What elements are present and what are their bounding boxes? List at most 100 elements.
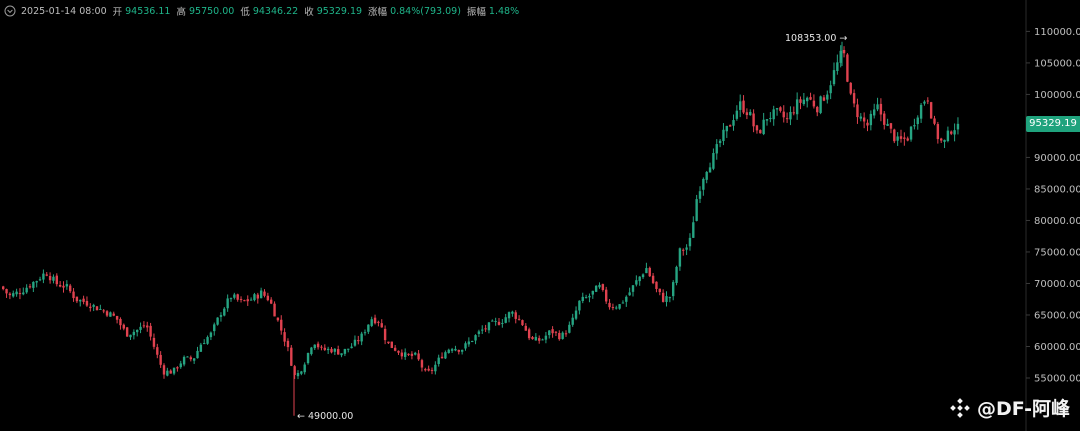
- candle-body: [377, 321, 380, 323]
- candle-body: [22, 292, 25, 295]
- candle-body: [367, 324, 370, 332]
- candle-body: [142, 325, 146, 327]
- candle-body: [675, 266, 678, 283]
- candle-body: [8, 293, 12, 296]
- change-value: 0.84%(793.09): [390, 5, 461, 17]
- candle-body: [926, 100, 929, 102]
- candle-body: [658, 288, 661, 293]
- candle-body: [819, 96, 822, 113]
- candle-body: [393, 347, 397, 351]
- candle-body: [852, 93, 856, 104]
- candle-body: [290, 347, 293, 366]
- candle-body: [876, 104, 879, 110]
- candle-body: [785, 118, 789, 120]
- candle-body: [739, 101, 742, 110]
- candle-body: [655, 281, 658, 289]
- candle-body: [762, 119, 765, 135]
- candles-group: [2, 41, 960, 416]
- candle-body: [893, 129, 896, 142]
- y-tick-label: 60000.00: [1034, 342, 1080, 353]
- candle-body: [25, 287, 28, 293]
- candle-body: [541, 339, 544, 341]
- y-tick-label: 70000.00: [1034, 279, 1080, 290]
- candle-body: [417, 353, 420, 360]
- candle-body: [712, 153, 715, 169]
- candle-body: [494, 320, 497, 322]
- candle-body: [538, 338, 541, 341]
- candle-body: [789, 111, 792, 120]
- candle-body: [615, 307, 618, 309]
- candle-body: [521, 320, 524, 326]
- candle-body: [594, 285, 598, 292]
- candle-body: [467, 341, 471, 345]
- candle-body: [42, 273, 45, 280]
- candle-body: [243, 300, 246, 302]
- candlestick-chart[interactable]: 55000.00 60000.00 65000.00 70000.00 75000.00…: [0, 0, 1080, 431]
- candle-body: [323, 347, 326, 350]
- candle-body: [203, 343, 206, 345]
- candle-body: [481, 329, 484, 331]
- candle-body: [682, 249, 685, 251]
- candle-body: [735, 110, 739, 119]
- candle-body: [176, 367, 179, 369]
- candle-body: [122, 324, 125, 329]
- candle-body: [132, 331, 136, 336]
- candle-body: [69, 285, 72, 292]
- y-tick-label: 105000.00: [1034, 58, 1080, 69]
- candle-body: [45, 274, 48, 276]
- candle-body: [256, 294, 259, 299]
- candle-body: [919, 104, 923, 119]
- candle-body: [236, 294, 239, 300]
- candle-body: [249, 299, 253, 301]
- candle-body: [504, 317, 507, 323]
- candle-body: [146, 325, 149, 328]
- candle-body: [162, 365, 166, 375]
- candle-body: [913, 125, 916, 127]
- candle-body: [933, 118, 936, 124]
- candle-body: [209, 332, 213, 338]
- candle-body: [35, 281, 38, 283]
- candle-body: [347, 348, 350, 350]
- candle-body: [119, 318, 122, 326]
- candle-body: [745, 112, 749, 116]
- candle-body: [326, 348, 330, 351]
- candle-body: [404, 352, 407, 357]
- candle-body: [182, 356, 186, 365]
- candle-body: [849, 82, 852, 94]
- candle-body: [296, 372, 300, 377]
- candle-body: [648, 267, 651, 277]
- close-label: 收: [304, 7, 314, 18]
- high-label: 高: [176, 7, 186, 18]
- candle-body: [303, 364, 306, 373]
- candle-body: [387, 341, 390, 344]
- candle-body: [846, 54, 849, 82]
- candle-body: [708, 167, 712, 173]
- candle-body: [732, 120, 735, 126]
- candle-body: [578, 300, 581, 311]
- candle-body: [340, 353, 343, 356]
- candle-body: [625, 296, 628, 302]
- candle-body: [474, 335, 477, 341]
- candle-body: [792, 112, 795, 114]
- candle-body: [923, 101, 926, 104]
- candle-body: [779, 107, 782, 111]
- candle-body: [728, 125, 732, 127]
- candle-body: [608, 302, 611, 308]
- candle-body: [239, 298, 243, 300]
- candle-body: [809, 97, 812, 100]
- candle-body: [330, 348, 333, 353]
- low-label: 低: [240, 7, 250, 18]
- candle-body: [112, 313, 115, 316]
- y-tick-label: 85000.00: [1034, 184, 1080, 195]
- candle-body: [826, 94, 829, 100]
- candle-body: [437, 357, 440, 364]
- candle-body: [430, 369, 434, 371]
- candle-body: [722, 129, 725, 141]
- candle-body: [414, 352, 417, 355]
- change-label: 涨幅: [368, 7, 388, 18]
- y-tick-label: 75000.00: [1034, 247, 1080, 258]
- chevron-down-circle-icon[interactable]: [4, 5, 16, 17]
- candle-body: [551, 329, 554, 334]
- candle-body: [491, 320, 494, 322]
- candle-body: [179, 363, 182, 368]
